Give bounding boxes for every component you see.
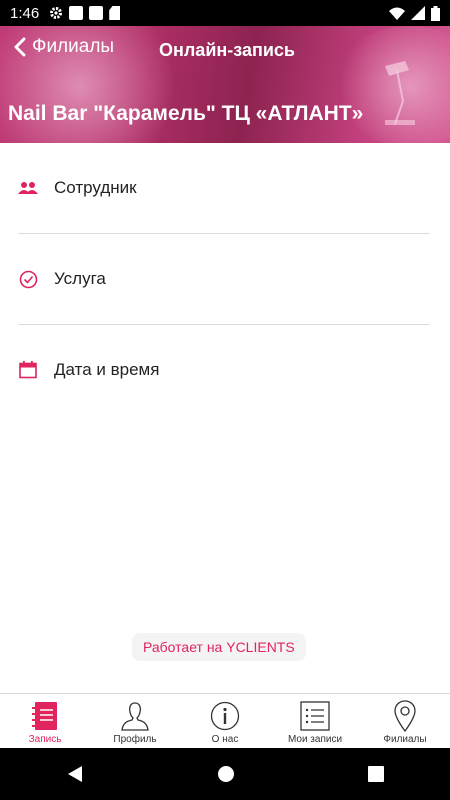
signal-icon — [411, 6, 425, 20]
menu-item-label: Сотрудник — [54, 178, 137, 197]
notification-icon — [89, 6, 104, 20]
wifi-icon — [389, 7, 405, 20]
sd-card-icon — [109, 6, 121, 20]
tab-label: О нас — [211, 734, 239, 745]
menu-item-employee[interactable]: Сотрудник — [18, 143, 430, 234]
battery-icon — [431, 5, 440, 21]
notification-icon — [69, 6, 84, 20]
bottom-tab-bar: Запись Профиль О нас Мои записи Филиалы — [0, 693, 450, 748]
location-pin-icon — [393, 700, 417, 732]
list-icon — [300, 700, 330, 732]
menu-item-label: Услуга — [54, 269, 106, 288]
notepad-icon — [31, 700, 59, 732]
recents-nav-icon[interactable] — [367, 766, 384, 782]
tab-label: Мои записи — [287, 734, 343, 745]
chevron-left-icon — [14, 37, 26, 57]
tab-profile[interactable]: Профиль — [90, 694, 180, 748]
back-button[interactable]: Филиалы — [14, 36, 114, 58]
calendar-icon — [18, 360, 38, 380]
check-circle-icon — [18, 269, 38, 289]
status-bar: 1:46 — [0, 0, 450, 26]
menu-item-label: Дата и время — [54, 360, 160, 379]
system-nav-bar — [0, 748, 450, 800]
back-nav-icon[interactable] — [66, 765, 84, 783]
powered-by-link[interactable]: Работает на YCLIENTS — [132, 633, 306, 661]
back-label: Филиалы — [32, 36, 115, 57]
tab-my-bookings[interactable]: Мои записи — [270, 694, 360, 748]
person-icon — [120, 700, 150, 732]
booking-options-list: Сотрудник Услуга Дата и время — [0, 143, 450, 415]
status-time: 1:46 — [10, 4, 40, 22]
menu-item-datetime[interactable]: Дата и время — [18, 325, 430, 415]
home-nav-icon[interactable] — [217, 765, 235, 783]
header-banner: Филиалы Онлайн-запись Nail Bar "Карамель… — [0, 26, 450, 143]
tab-branches[interactable]: Филиалы — [360, 694, 450, 748]
tab-about[interactable]: О нас — [180, 694, 270, 748]
tab-booking[interactable]: Запись — [0, 694, 90, 748]
users-icon — [18, 178, 38, 198]
page-title: Онлайн-запись — [159, 40, 295, 60]
branch-name: Nail Bar "Карамель" ТЦ «АТЛАНТ» — [8, 102, 364, 125]
settings-icon — [50, 7, 63, 19]
tab-label: Профиль — [113, 734, 157, 745]
info-icon — [210, 700, 240, 732]
menu-item-service[interactable]: Услуга — [18, 234, 430, 325]
tab-label: Запись — [28, 734, 62, 745]
lamp-illustration — [385, 61, 415, 125]
tab-label: Филиалы — [383, 734, 427, 745]
